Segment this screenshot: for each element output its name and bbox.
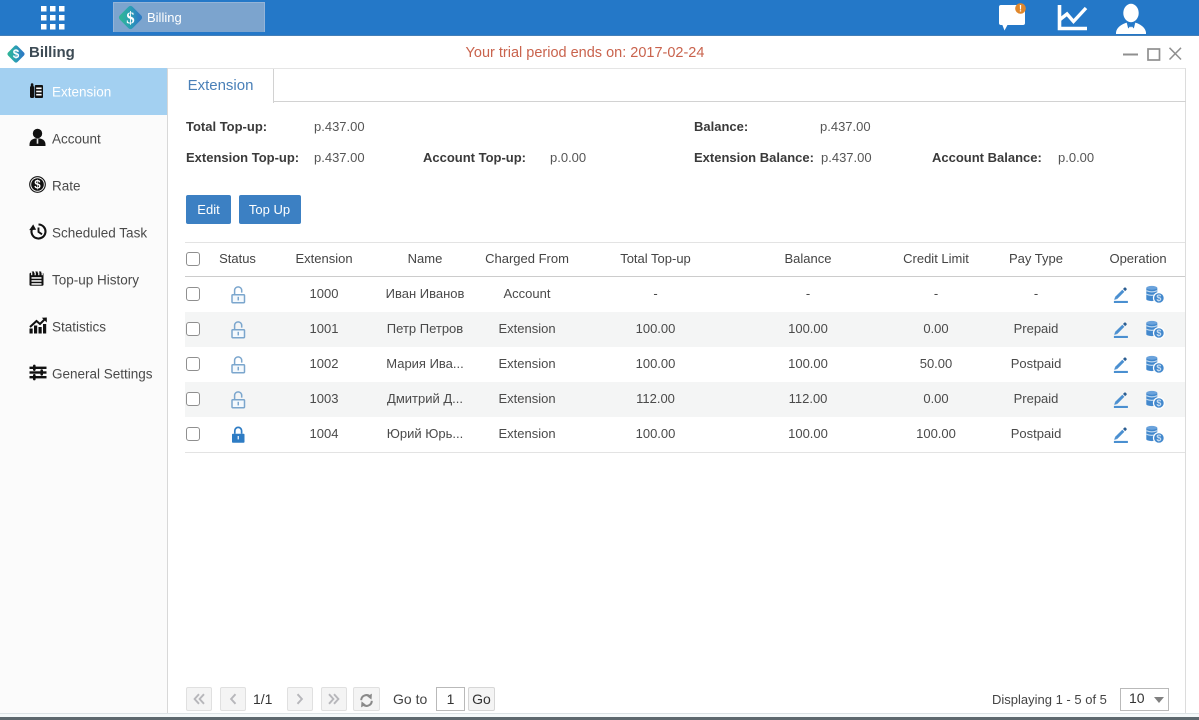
svg-text:$: $ <box>1156 363 1161 373</box>
svg-text:$: $ <box>1156 433 1161 443</box>
svg-text:$: $ <box>126 9 134 28</box>
svg-text:$: $ <box>1156 328 1161 338</box>
svg-text:!: ! <box>1019 4 1022 14</box>
svg-text:$: $ <box>13 48 20 61</box>
svg-text:$: $ <box>1156 398 1161 408</box>
svg-text:$: $ <box>34 179 41 191</box>
svg-text:$: $ <box>1156 293 1161 303</box>
